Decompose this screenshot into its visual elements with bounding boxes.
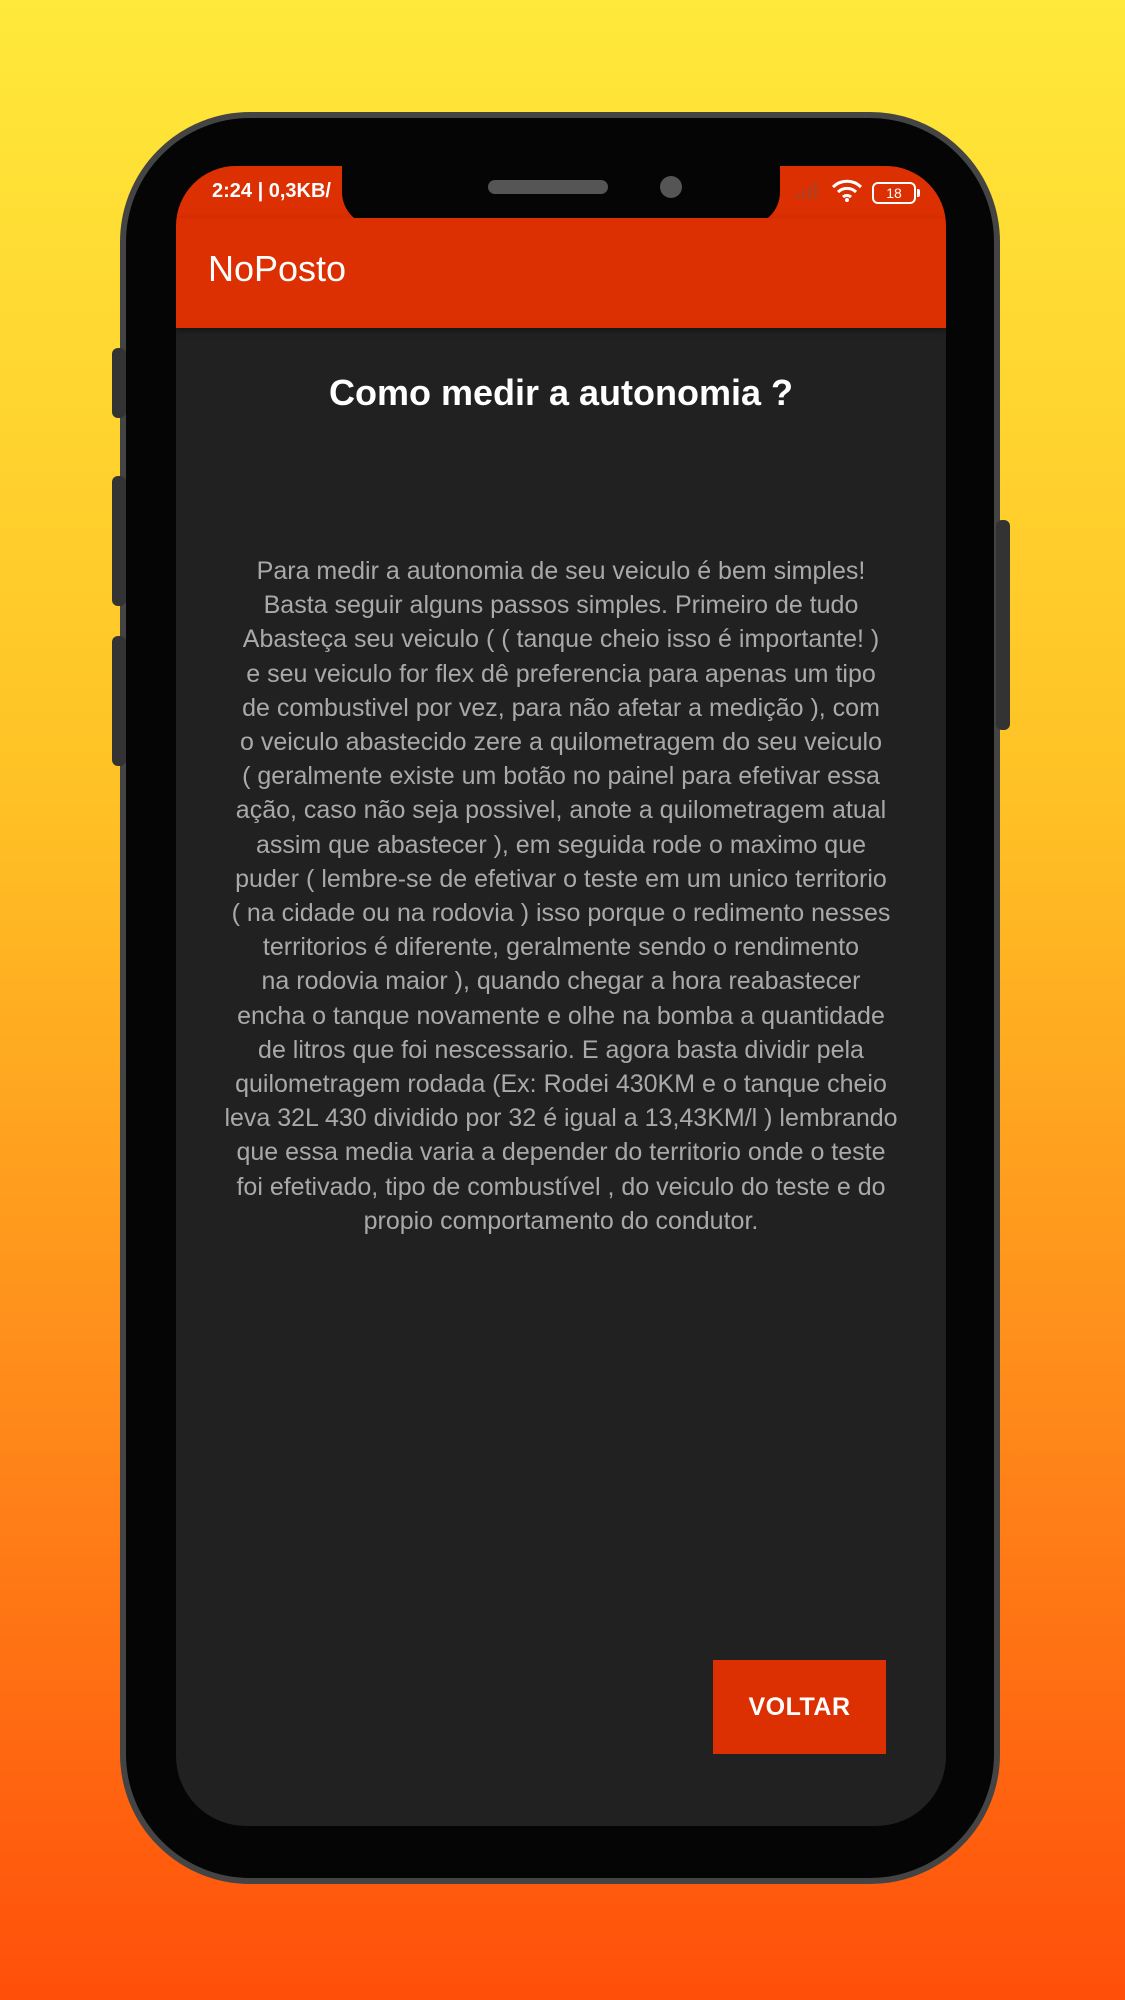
- phone-mute-button: [112, 348, 126, 418]
- phone-volume-up-button: [112, 476, 126, 606]
- status-time: 2:24 | 0,3KB/: [212, 180, 331, 202]
- phone-power-button: [996, 520, 1010, 730]
- battery-icon: 18: [872, 181, 920, 204]
- speaker-grille: [488, 180, 608, 194]
- instructions-text: Para medir a autonomia de seu veiculo é …: [224, 557, 898, 1235]
- camera-notch: [342, 166, 780, 226]
- app-screen: 2:24 | 0,3KB/ 18 NoPosto Como medir a au…: [176, 166, 946, 1826]
- battery-level: 18: [886, 184, 902, 201]
- back-button[interactable]: VOLTAR: [713, 1660, 886, 1754]
- phone-volume-down-button: [112, 636, 126, 766]
- status-icons: 18: [794, 178, 920, 207]
- app-title: NoPosto: [208, 248, 347, 289]
- wifi-icon: [830, 178, 864, 207]
- camera-icon: [660, 176, 682, 198]
- page-heading: Como medir a autonomia ?: [328, 372, 794, 413]
- signal-icon: [794, 180, 822, 205]
- app-bar: NoPosto: [176, 218, 946, 328]
